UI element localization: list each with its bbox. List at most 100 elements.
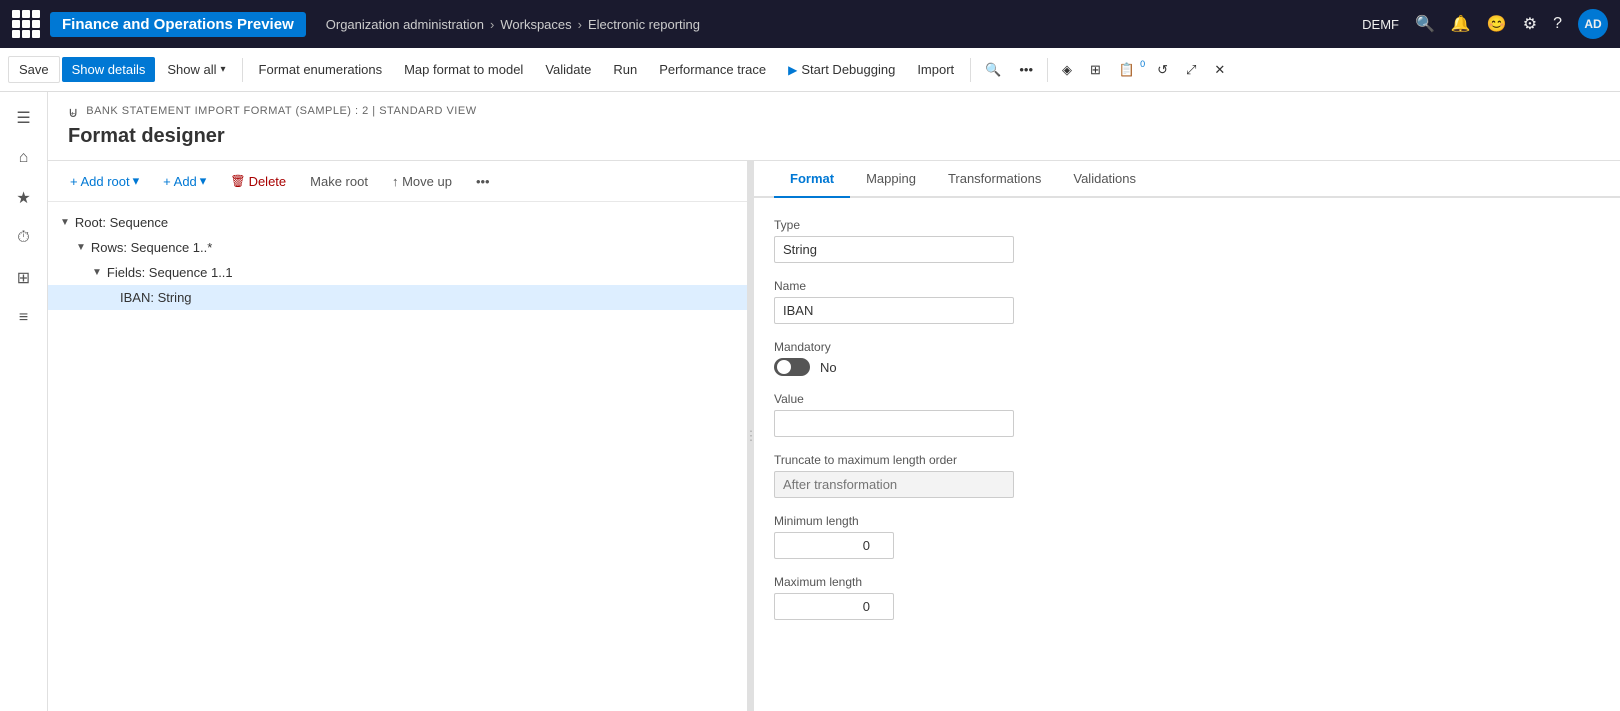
main-content: ⊌ BANK STATEMENT IMPORT FORMAT (SAMPLE) … (48, 92, 1620, 711)
tree-item[interactable]: ▼ Root: Sequence (48, 210, 747, 235)
mandatory-label: Mandatory (774, 340, 1600, 354)
toolbar-sep-2 (970, 58, 971, 82)
app-title: Finance and Operations Preview (50, 12, 306, 37)
sidebar-item-recent[interactable]: ⏱ (6, 220, 42, 256)
mandatory-toggle[interactable] (774, 358, 810, 376)
sidebar-item-menu[interactable]: ☰ (6, 100, 42, 136)
toolbar-sep-3 (1047, 58, 1048, 82)
maximize-button[interactable]: ⤢ (1178, 57, 1204, 83)
more-options-button[interactable]: ••• (1011, 57, 1041, 82)
format-enumerations-button[interactable]: Format enumerations (249, 57, 393, 82)
right-panel: Format Mapping Transformations Validatio… (754, 161, 1620, 711)
min-length-input[interactable] (774, 532, 894, 559)
truncate-group: Truncate to maximum length order (774, 453, 1600, 498)
min-length-label: Minimum length (774, 514, 1600, 528)
toolbar: Save Show details Show all ▾ Format enum… (0, 48, 1620, 92)
delete-button[interactable]: 🗑 Delete (220, 170, 296, 193)
map-format-button[interactable]: Map format to model (394, 57, 533, 82)
form-body: Type Name Mandatory (754, 198, 1620, 640)
name-label: Name (774, 279, 1600, 293)
validate-button[interactable]: Validate (535, 57, 601, 82)
max-length-group: Maximum length (774, 575, 1600, 620)
breadcrumb-item-workspaces[interactable]: Workspaces (500, 17, 571, 32)
refresh-button[interactable]: ↺ (1149, 57, 1176, 83)
tree-content: ▼ Root: Sequence ▼ Rows: Sequence 1..* ▼… (48, 202, 747, 711)
add-root-button[interactable]: + Add root ▾ (60, 169, 149, 193)
start-debugging-button[interactable]: ▶ Start Debugging (778, 57, 905, 82)
add-button[interactable]: + Add ▾ (153, 169, 216, 193)
tab-validations[interactable]: Validations (1057, 161, 1152, 198)
sidebar-item-workspaces[interactable]: ⊞ (6, 260, 42, 296)
search-toolbar-button[interactable]: 🔍 (977, 57, 1009, 83)
sidebar-item-favorites[interactable]: ★ (6, 180, 42, 216)
mandatory-toggle-label: No (820, 360, 837, 375)
help-icon[interactable]: ? (1553, 15, 1562, 33)
tree-item-iban[interactable]: IBAN: String (48, 285, 747, 310)
show-all-chevron: ▾ (221, 64, 226, 75)
name-group: Name (774, 279, 1600, 324)
arrow-icon: ▼ (60, 217, 70, 228)
add-root-chevron: ▾ (133, 173, 140, 189)
smiley-icon[interactable]: 😊 (1487, 14, 1507, 34)
value-input[interactable] (774, 410, 1014, 437)
top-bar: Finance and Operations Preview Organizat… (0, 0, 1620, 48)
layout: ☰ ⌂ ★ ⏱ ⊞ ≡ ⊌ BANK STATEMENT IMPORT FORM… (0, 92, 1620, 711)
breadcrumb-sep-1: › (490, 17, 494, 32)
tab-format[interactable]: Format (774, 161, 850, 198)
type-input[interactable] (774, 236, 1014, 263)
name-input[interactable] (774, 297, 1014, 324)
breadcrumb-item-org[interactable]: Organization administration (326, 17, 484, 32)
move-up-button[interactable]: ↑ Move up (382, 170, 462, 193)
max-length-input[interactable] (774, 593, 894, 620)
close-button[interactable]: ✕ (1206, 57, 1233, 83)
breadcrumb-sep-2: › (578, 17, 582, 32)
settings-icon[interactable]: ⚙ (1523, 14, 1537, 34)
designer-body: + Add root ▾ + Add ▾ 🗑 Delete Make root … (48, 161, 1620, 711)
performance-trace-button[interactable]: Performance trace (649, 57, 776, 82)
nav-breadcrumb: Organization administration › Workspaces… (326, 17, 700, 32)
run-button[interactable]: Run (603, 57, 647, 82)
type-group: Type (774, 218, 1600, 263)
show-details-button[interactable]: Show details (62, 57, 156, 82)
save-button[interactable]: Save (8, 56, 60, 83)
truncate-input[interactable] (774, 471, 1014, 498)
add-chevron: ▾ (200, 173, 207, 189)
page-title: Format designer (68, 125, 1600, 148)
avatar[interactable]: AD (1578, 9, 1608, 39)
make-root-button[interactable]: Make root (300, 170, 378, 193)
tabs-bar: Format Mapping Transformations Validatio… (754, 161, 1620, 198)
more-tree-button[interactable]: ••• (466, 170, 500, 193)
max-length-label: Maximum length (774, 575, 1600, 589)
toolbar-sep-1 (242, 58, 243, 82)
value-group: Value (774, 392, 1600, 437)
truncate-label: Truncate to maximum length order (774, 453, 1600, 467)
sidebar-item-modules[interactable]: ≡ (6, 300, 42, 336)
debug-icon: ▶ (788, 63, 797, 77)
tree-item[interactable]: ▼ Fields: Sequence 1..1 (48, 260, 747, 285)
filter-icon[interactable]: ⊌ (68, 104, 78, 121)
toggle-knob (777, 360, 791, 374)
tree-toolbar: + Add root ▾ + Add ▾ 🗑 Delete Make root … (48, 161, 747, 202)
toggle-row: No (774, 358, 1600, 376)
type-label: Type (774, 218, 1600, 232)
top-bar-right: DEMF 🔍 🔔 😊 ⚙ ? AD (1362, 9, 1608, 39)
arrow-icon: ▼ (92, 267, 102, 278)
search-icon[interactable]: 🔍 (1415, 14, 1435, 34)
expand-button[interactable]: ⊞ (1082, 57, 1109, 83)
tree-item[interactable]: ▼ Rows: Sequence 1..* (48, 235, 747, 260)
badge-button[interactable]: 📋0 (1111, 57, 1147, 83)
waffle-menu[interactable] (12, 10, 40, 38)
show-all-button[interactable]: Show all ▾ (157, 57, 235, 82)
bell-icon[interactable]: 🔔 (1451, 14, 1471, 34)
tab-transformations[interactable]: Transformations (932, 161, 1057, 198)
sidebar-item-home[interactable]: ⌂ (6, 140, 42, 176)
page-breadcrumb: BANK STATEMENT IMPORT FORMAT (SAMPLE) : … (86, 105, 476, 117)
env-label: DEMF (1362, 17, 1399, 32)
trash-icon: 🗑 (230, 174, 245, 188)
breadcrumb-item-er[interactable]: Electronic reporting (588, 17, 700, 32)
sidebar: ☰ ⌂ ★ ⏱ ⊞ ≡ (0, 92, 48, 711)
import-button[interactable]: Import (907, 57, 964, 82)
bookmark-button[interactable]: ◈ (1054, 57, 1080, 83)
arrow-icon: ▼ (76, 242, 86, 253)
tab-mapping[interactable]: Mapping (850, 161, 932, 198)
